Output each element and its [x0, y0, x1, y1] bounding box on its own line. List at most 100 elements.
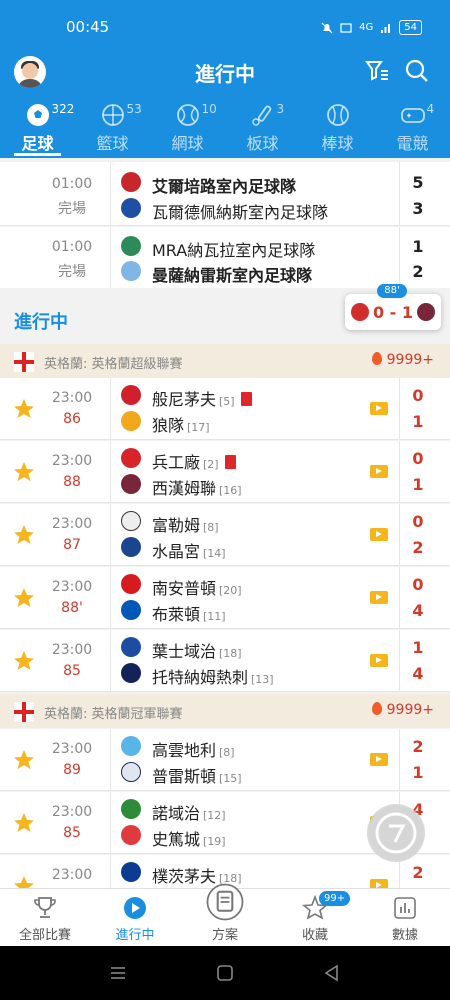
team-crest [121, 172, 141, 192]
tab-tennis[interactable]: 10 網球 [150, 96, 225, 158]
away-team: 托特納姆熱刺 [13] [152, 668, 274, 687]
video-icon[interactable] [370, 879, 388, 888]
trophy-icon [34, 897, 56, 918]
team-crest [121, 511, 141, 531]
team-crest [121, 637, 141, 657]
england-flag-icon [14, 352, 34, 372]
home-score: 5 [412, 173, 424, 192]
match-time: 23:00 [51, 516, 93, 532]
live-section-title: 進行中 [14, 312, 68, 333]
nav-label: 方案 [211, 928, 238, 943]
star-icon[interactable] [12, 460, 36, 484]
match-list: 01:00 完場 艾爾培路室內足球隊 瓦爾德佩納斯室內足球隊 5 3 01:00… [0, 158, 450, 888]
search-icon[interactable] [404, 58, 430, 84]
match-minute: 88' [61, 600, 83, 616]
match-time: 01:00 [51, 176, 93, 192]
tab-count: 4 [426, 102, 435, 116]
away-score: 2 [412, 538, 424, 557]
away-score: 4 [412, 601, 424, 620]
match-row[interactable]: 01:00 完場 MRA納瓦拉室內足球隊 曼薩納雷斯室內足球隊 1 2 [0, 227, 450, 289]
match-time: 23:00 [51, 867, 93, 883]
star-icon[interactable] [12, 397, 36, 421]
away-team: 史篤城 [19] [152, 830, 226, 849]
basketball-icon [101, 104, 124, 126]
star-icon[interactable] [12, 523, 36, 547]
match-row[interactable]: 23:00 86 般尼茅夫 [5] 狼隊 [17] 0 1 [0, 378, 450, 440]
tab-count: 10 [201, 102, 217, 116]
match-time: 23:00 [51, 642, 93, 658]
match-row[interactable]: 23:00 88' 南安普頓 [20] 布萊頓 [11] 0 4 [0, 567, 450, 629]
menu-icon[interactable] [108, 963, 128, 983]
nav-data[interactable]: 數據 [360, 889, 450, 946]
match-minute: 87 [63, 537, 81, 553]
filter-icon[interactable] [364, 58, 390, 84]
assistant-float-icon[interactable] [367, 804, 425, 862]
league-header[interactable]: 英格蘭: 英格蘭冠軍聯賽 9999+ [0, 694, 450, 728]
away-team: 水晶宮 [14] [152, 542, 226, 561]
tab-count: 322 [51, 102, 75, 116]
away-score: 4 [412, 664, 424, 683]
home-team: 諾域治 [12] [152, 804, 226, 823]
team-crest [121, 537, 141, 557]
hot-count: 9999+ [371, 352, 434, 368]
tab-count: 3 [276, 102, 285, 116]
match-time: 23:00 [51, 453, 93, 469]
star-icon[interactable] [12, 874, 36, 888]
system-nav-bar [0, 946, 450, 1000]
match-minute: 86 [63, 411, 81, 427]
tab-basketball[interactable]: 53 籃球 [75, 96, 150, 158]
star-icon[interactable] [12, 811, 36, 835]
video-icon[interactable] [370, 591, 388, 604]
away-team: 曼薩納雷斯室內足球隊 [152, 266, 313, 285]
away-score: 3 [412, 199, 424, 218]
video-icon[interactable] [370, 654, 388, 667]
video-icon[interactable] [370, 528, 388, 541]
match-time: 23:00 [51, 741, 93, 757]
tab-baseball[interactable]: 棒球 [300, 96, 375, 158]
match-minute: 89 [63, 762, 81, 778]
match-row[interactable]: 23:00 88 兵工廠 [2] 西漢姆聯 [16] 0 1 [0, 441, 450, 503]
away-score: 1 [412, 763, 424, 782]
home-team: MRA納瓦拉室內足球隊 [152, 241, 316, 260]
video-icon[interactable] [370, 402, 388, 415]
home-score: 2 [412, 863, 424, 882]
match-row[interactable]: 23:00 85 葉士域治 [18] 托特納姆熱刺 [13] 1 4 [0, 630, 450, 692]
team-crest [121, 600, 141, 620]
nav-favorites[interactable]: 99+ 收藏 [270, 889, 360, 946]
nav-label: 收藏 [301, 928, 328, 943]
nav-all-matches[interactable]: 全部比賽 [0, 889, 90, 946]
away-team: 瓦爾德佩納斯室內足球隊 [152, 203, 329, 222]
bar-chart-icon [394, 897, 416, 919]
home-icon[interactable] [215, 963, 235, 983]
app-header: 進行中 [0, 54, 450, 96]
match-time: 23:00 [51, 579, 93, 595]
video-icon[interactable] [370, 465, 388, 478]
match-row[interactable]: 01:00 完場 艾爾培路室內足球隊 瓦爾德佩納斯室內足球隊 5 3 [0, 162, 450, 226]
tab-label: 電競 [396, 134, 429, 153]
bottom-nav: 全部比賽 進行中 方案 99+ 收藏 數據 [0, 883, 450, 946]
match-minute: 88 [63, 474, 81, 490]
volte-icon [340, 22, 352, 33]
play-circle-icon [124, 897, 146, 919]
tab-label: 網球 [171, 134, 204, 153]
match-time: 23:00 [51, 804, 93, 820]
match-row[interactable]: 23:00 89 高雲地利 [8] 普雷斯頓 [15] 2 1 [0, 729, 450, 791]
league-name: 英格蘭: 英格蘭冠軍聯賽 [44, 707, 183, 722]
mini-live-score[interactable]: 88' 0 - 1 [345, 284, 441, 330]
star-icon[interactable] [12, 649, 36, 673]
favorites-badge: 99+ [319, 891, 351, 906]
team-crest [121, 198, 141, 218]
match-minute: 85 [63, 663, 81, 679]
back-icon[interactable] [322, 963, 342, 983]
league-header[interactable]: 英格蘭: 英格蘭超級聯賽 9999+ [0, 344, 450, 378]
star-icon[interactable] [12, 586, 36, 610]
match-row[interactable]: 23:00 87 富勒姆 [8] 水晶宮 [14] 0 2 [0, 504, 450, 566]
baseball-icon [326, 104, 349, 126]
nav-plans[interactable]: 方案 [180, 883, 270, 946]
tab-cricket[interactable]: 3 板球 [225, 96, 300, 158]
video-icon[interactable] [370, 753, 388, 766]
nav-live[interactable]: 進行中 [90, 889, 180, 946]
tab-soccer[interactable]: 322 足球 [0, 96, 75, 158]
star-icon[interactable] [12, 748, 36, 772]
tab-esports[interactable]: 4 電競 [375, 96, 450, 158]
